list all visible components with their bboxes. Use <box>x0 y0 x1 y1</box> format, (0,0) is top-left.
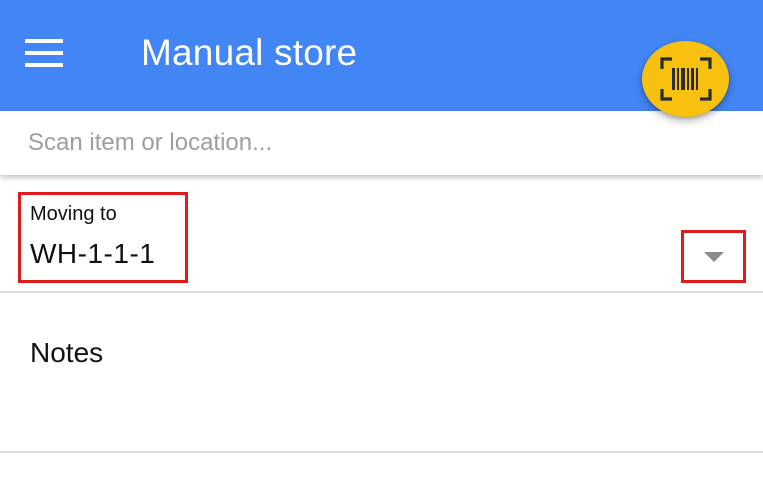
scan-barcode-button[interactable] <box>642 41 729 117</box>
notes-field[interactable]: Notes <box>30 337 103 369</box>
moving-to-label: Moving to <box>30 203 117 225</box>
location-dropdown-button[interactable] <box>681 230 746 283</box>
menu-button[interactable] <box>18 30 74 78</box>
divider <box>0 451 763 453</box>
moving-to-value: WH-1-1-1 <box>30 238 156 269</box>
divider <box>0 291 763 293</box>
hamburger-menu-icon <box>25 39 63 67</box>
barcode-scan-icon <box>660 57 712 101</box>
scan-search-input[interactable] <box>28 123 728 163</box>
page-title: Manual store <box>141 32 358 73</box>
caret-down-icon <box>704 252 724 262</box>
search-bar <box>0 111 763 175</box>
moving-to-field[interactable]: Moving to WH-1-1-1 <box>18 192 188 283</box>
